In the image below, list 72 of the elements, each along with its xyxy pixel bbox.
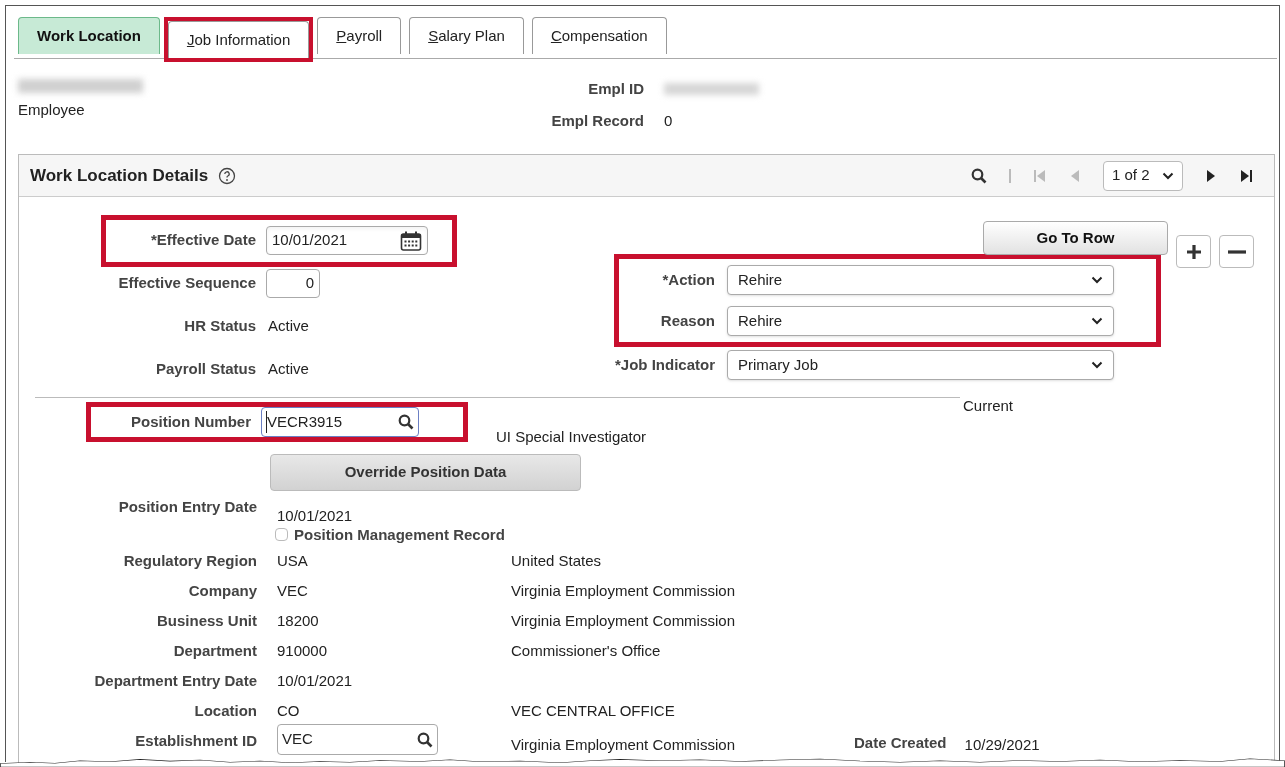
search-icon	[398, 414, 414, 430]
tab[interactable]: Salary Plan	[409, 17, 524, 54]
field-description: Commissioner's Office	[511, 641, 662, 662]
position-number-field[interactable]: VECR3915	[261, 407, 419, 437]
field-description: Virginia Employment Commission	[511, 581, 736, 602]
field-label: HR Status	[183, 316, 256, 337]
field-label: Effective Sequence	[117, 273, 256, 294]
add-row-button[interactable]	[1176, 235, 1211, 268]
field-description: Virginia Employment Commission	[511, 611, 736, 632]
field-value: USA	[277, 551, 308, 572]
field-value: VEC	[277, 581, 308, 602]
chevron-down-icon	[1091, 276, 1103, 284]
chevron-down-icon	[1091, 317, 1103, 325]
tab[interactable]: Work Location	[18, 17, 160, 54]
last-page-icon[interactable]	[1239, 168, 1253, 183]
field-label: *Action	[661, 269, 715, 290]
current-label: Current	[963, 396, 1014, 416]
field-value: 10/29/2021	[964, 735, 1040, 756]
field-label: Establishment ID	[134, 731, 257, 752]
override-position-button[interactable]: Override Position Data	[270, 453, 581, 491]
panel-title: Work Location Details	[30, 164, 209, 187]
calendar-icon[interactable]	[400, 230, 422, 251]
position-title: UI Special Investigator	[496, 427, 647, 447]
field-label: Department Entry Date	[93, 671, 257, 692]
employee-label: Employee	[18, 100, 86, 120]
chevron-down-icon	[1091, 361, 1103, 369]
lookup-field[interactable]: VEC	[277, 724, 438, 755]
dropdown[interactable]: Rehire	[727, 265, 1114, 295]
field-label: Business Unit	[155, 611, 257, 632]
chevron-down-icon	[1162, 171, 1174, 180]
date-field[interactable]: 10/01/2021	[266, 226, 428, 255]
field-label: Position Entry Date	[117, 496, 257, 517]
separator-icon	[1009, 168, 1011, 183]
field-label: Reason	[659, 310, 715, 331]
field-value: CO	[277, 701, 300, 722]
tab[interactable]: Job Information	[167, 21, 310, 58]
field-label: Empl ID	[587, 79, 644, 99]
field-label: Position Number	[130, 411, 251, 432]
dropdown[interactable]: Primary Job	[727, 350, 1114, 380]
field-description: VEC CENTRAL OFFICE	[511, 701, 676, 722]
field-description: United States	[511, 551, 603, 572]
field-value: 10/01/2021	[277, 507, 354, 524]
tab[interactable]: Payroll	[317, 17, 402, 54]
field-label: Company	[187, 581, 257, 602]
field-label: *Effective Date	[149, 230, 256, 251]
field-value: 0	[664, 110, 673, 131]
checkbox-label: Position Management Record	[294, 524, 505, 545]
field-label: Department	[172, 641, 257, 662]
dropdown[interactable]: Rehire	[727, 306, 1114, 336]
field-label: Regulatory Region	[122, 551, 257, 572]
plus-icon	[1185, 243, 1202, 260]
delete-row-button[interactable]	[1219, 235, 1254, 268]
tab[interactable]: Compensation	[531, 17, 667, 54]
sequence-field[interactable]: 0	[266, 269, 320, 298]
field-value: 18200	[277, 611, 319, 632]
field-value: 910000	[277, 641, 328, 662]
checkbox[interactable]	[275, 528, 288, 542]
minus-icon	[1227, 249, 1246, 254]
field-label: Empl Record	[550, 110, 644, 131]
next-icon[interactable]	[1205, 168, 1217, 183]
help-icon	[218, 166, 237, 185]
search-icon	[971, 167, 987, 184]
field-value: Active	[268, 359, 309, 380]
field-value: Active	[268, 316, 309, 337]
page-select[interactable]: 1 of 2	[1103, 160, 1183, 191]
go-to-row-button[interactable]: Go To Row	[983, 221, 1168, 255]
search-icon	[417, 731, 433, 748]
field-value: 10/01/2021	[277, 671, 353, 692]
field-label: Location	[193, 701, 257, 722]
field-label: Date Created	[854, 733, 947, 754]
field-description: Virginia Employment Commission	[511, 735, 736, 756]
field-label: Payroll Status	[154, 359, 256, 380]
